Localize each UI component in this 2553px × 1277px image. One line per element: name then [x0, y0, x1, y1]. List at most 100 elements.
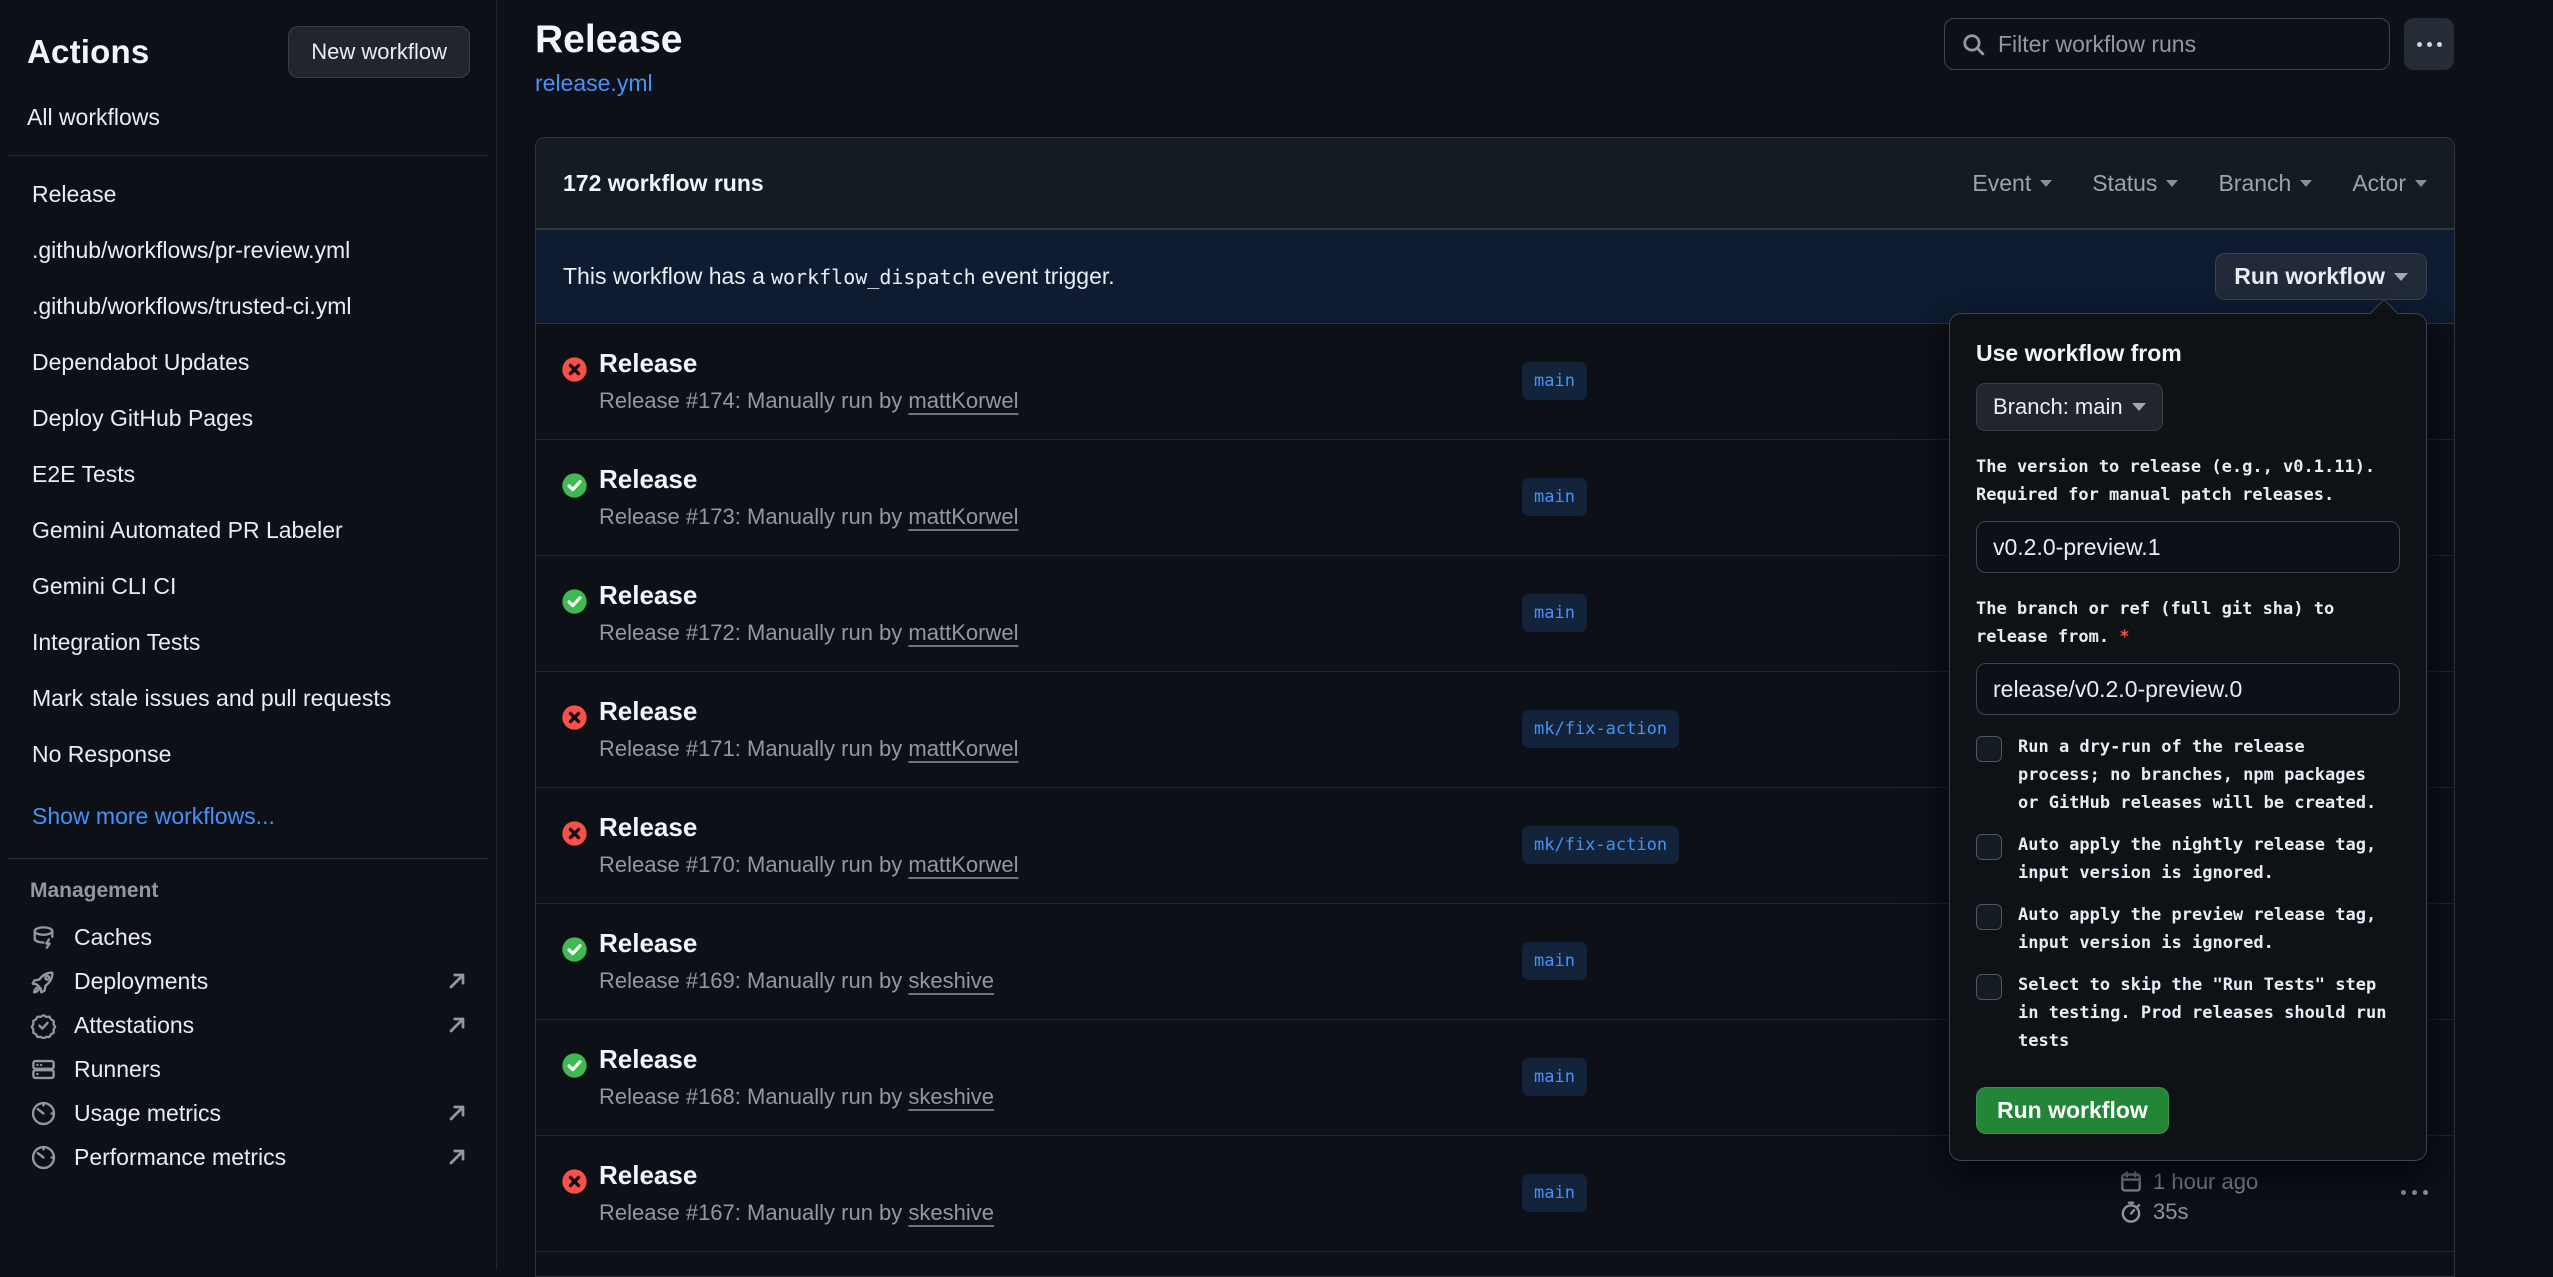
management-section-label: Management: [0, 859, 496, 911]
run-branch-badge[interactable]: main: [1522, 594, 1587, 632]
chevron-down-icon: [2040, 180, 2052, 187]
run-title-link[interactable]: Release: [599, 580, 697, 611]
sidebar-management-item[interactable]: Caches: [0, 915, 496, 959]
sidebar-management-item[interactable]: Attestations: [0, 1003, 496, 1047]
run-title-link[interactable]: Release: [599, 812, 697, 843]
page-kebab-menu-button[interactable]: [2404, 18, 2454, 70]
run-title-link[interactable]: Release: [599, 1160, 697, 1191]
show-more-workflows-link[interactable]: Show more workflows...: [19, 788, 472, 844]
run-title-link[interactable]: Release: [599, 1044, 697, 1075]
run-actor-link[interactable]: mattKorwel: [908, 736, 1018, 761]
run-title-link[interactable]: Release: [599, 928, 697, 959]
run-branch-badge[interactable]: mk/fix-action: [1522, 826, 1679, 864]
panel-checkbox[interactable]: [1976, 834, 2002, 860]
run-branch-badge[interactable]: main: [1522, 362, 1587, 400]
sidebar-workflow-item[interactable]: E2E Tests: [19, 446, 472, 502]
external-link-icon: [445, 969, 469, 993]
sidebar-management-item[interactable]: Deployments: [0, 959, 496, 1003]
sidebar-workflow-label: .github/workflows/pr-review.yml: [32, 237, 350, 263]
panel-checkbox-label[interactable]: Run a dry-run of the release process; no…: [2018, 733, 2400, 817]
panel-checkbox-label[interactable]: Auto apply the nightly release tag, inpu…: [2018, 831, 2400, 887]
run-status-icon: [561, 472, 588, 499]
external-link-icon: [445, 1013, 469, 1037]
sidebar-workflow-item[interactable]: .github/workflows/pr-review.yml: [19, 222, 472, 278]
sidebar-workflow-item[interactable]: Dependabot Updates: [19, 334, 472, 390]
stopwatch-icon: [2119, 1200, 2143, 1224]
management-item-label: Usage metrics: [74, 1100, 221, 1127]
sidebar-workflow-item[interactable]: Gemini Automated PR Labeler: [19, 502, 472, 558]
runs-filter-dropdown[interactable]: Event: [1972, 170, 2052, 197]
run-status-icon: [561, 1168, 588, 1195]
sidebar-management-item[interactable]: Performance metrics: [0, 1135, 496, 1179]
workflow-dispatch-banner: This workflow has aworkflow_dispatcheven…: [536, 229, 2454, 324]
management-item-icon: [30, 968, 57, 995]
required-asterisk: *: [2119, 627, 2129, 647]
ref-input[interactable]: [1976, 663, 2400, 715]
run-branch-badge[interactable]: mk/fix-action: [1522, 710, 1679, 748]
management-list: Caches Deployments: [0, 911, 496, 1183]
run-actor-link[interactable]: mattKorwel: [908, 620, 1018, 645]
run-actor-link[interactable]: mattKorwel: [908, 504, 1018, 529]
new-workflow-button[interactable]: New workflow: [288, 26, 470, 78]
runs-filter-dropdown[interactable]: Actor: [2352, 170, 2427, 197]
sidebar-management-item[interactable]: Runners: [0, 1047, 496, 1091]
run-branch-badge[interactable]: main: [1522, 478, 1587, 516]
runs-filters: Event Status Branch Actor: [1972, 170, 2427, 197]
run-actor-link[interactable]: skeshive: [908, 968, 994, 993]
panel-checkbox[interactable]: [1976, 904, 2002, 930]
workflow-file-link[interactable]: release.yml: [535, 70, 653, 97]
runs-filter-dropdown[interactable]: Branch: [2218, 170, 2312, 197]
panel-checkbox-row: Run a dry-run of the release process; no…: [1976, 733, 2400, 817]
sidebar-title: Actions: [27, 33, 149, 71]
filter-workflow-runs-box[interactable]: [1944, 18, 2390, 70]
panel-checkbox[interactable]: [1976, 974, 2002, 1000]
run-title-link[interactable]: Release: [599, 464, 697, 495]
external-link-icon: [445, 1145, 469, 1169]
run-branch-badge[interactable]: main: [1522, 1174, 1587, 1212]
run-title-link[interactable]: Release: [599, 348, 697, 379]
page-title: Release: [535, 18, 682, 62]
run-actor-link[interactable]: mattKorwel: [908, 388, 1018, 413]
management-item-label: Performance metrics: [74, 1144, 286, 1171]
run-kebab-menu-button[interactable]: [2391, 1180, 2438, 1205]
panel-checkbox-row: Select to skip the "Run Tests" step in t…: [1976, 971, 2400, 1055]
sidebar-workflow-item[interactable]: Gemini CLI CI: [19, 558, 472, 614]
run-workflow-dropdown-button[interactable]: Run workflow: [2215, 253, 2427, 300]
filter-workflow-runs-input[interactable]: [1998, 31, 2373, 58]
panel-checkbox-label[interactable]: Auto apply the preview release tag, inpu…: [2018, 901, 2400, 957]
run-branch-badge[interactable]: main: [1522, 942, 1587, 980]
sidebar-workflow-item[interactable]: Mark stale issues and pull requests: [19, 670, 472, 726]
run-description: Release #174: Manually run by mattKorwel: [599, 388, 1018, 414]
run-status-icon: [561, 936, 588, 963]
run-workflow-panel: Use workflow from Branch: main The versi…: [1949, 313, 2427, 1161]
sidebar-workflow-label: Integration Tests: [32, 629, 200, 655]
panel-checkbox[interactable]: [1976, 736, 2002, 762]
run-actor-link[interactable]: skeshive: [908, 1084, 994, 1109]
runs-filter-dropdown[interactable]: Status: [2092, 170, 2178, 197]
workflow-list: Release .github/workflows/pr-review.yml …: [0, 156, 496, 794]
sidebar-item-all-workflows[interactable]: All workflows: [0, 78, 496, 155]
sidebar-workflow-item[interactable]: Deploy GitHub Pages: [19, 390, 472, 446]
sidebar-workflow-item[interactable]: Integration Tests: [19, 614, 472, 670]
run-status-icon: [561, 820, 588, 847]
sidebar-workflow-item[interactable]: Release: [19, 166, 472, 222]
run-status-icon: [561, 588, 588, 615]
sidebar-workflow-label: .github/workflows/trusted-ci.yml: [32, 293, 352, 319]
run-actor-link[interactable]: skeshive: [908, 1200, 994, 1225]
sidebar-workflow-item[interactable]: .github/workflows/trusted-ci.yml: [19, 278, 472, 334]
sidebar-management-item[interactable]: Usage metrics: [0, 1091, 496, 1135]
run-workflow-submit-button[interactable]: Run workflow: [1976, 1087, 2169, 1134]
run-description: Release #169: Manually run by skeshive: [599, 968, 994, 994]
sidebar-workflow-item[interactable]: No Response: [19, 726, 472, 782]
management-item-icon: [30, 924, 57, 951]
management-item-icon: [30, 1100, 57, 1127]
branch-select-button[interactable]: Branch: main: [1976, 383, 2163, 431]
run-actor-link[interactable]: mattKorwel: [908, 852, 1018, 877]
panel-checkbox-label[interactable]: Select to skip the "Run Tests" step in t…: [2018, 971, 2400, 1055]
run-branch-badge[interactable]: main: [1522, 1058, 1587, 1096]
run-title-link[interactable]: Release: [599, 696, 697, 727]
workflow-runs-count: 172 workflow runs: [563, 170, 764, 197]
run-time-ago: 1 hour ago: [2153, 1167, 2258, 1197]
version-input[interactable]: [1976, 521, 2400, 573]
sidebar-workflow-label: Dependabot Updates: [32, 349, 249, 375]
